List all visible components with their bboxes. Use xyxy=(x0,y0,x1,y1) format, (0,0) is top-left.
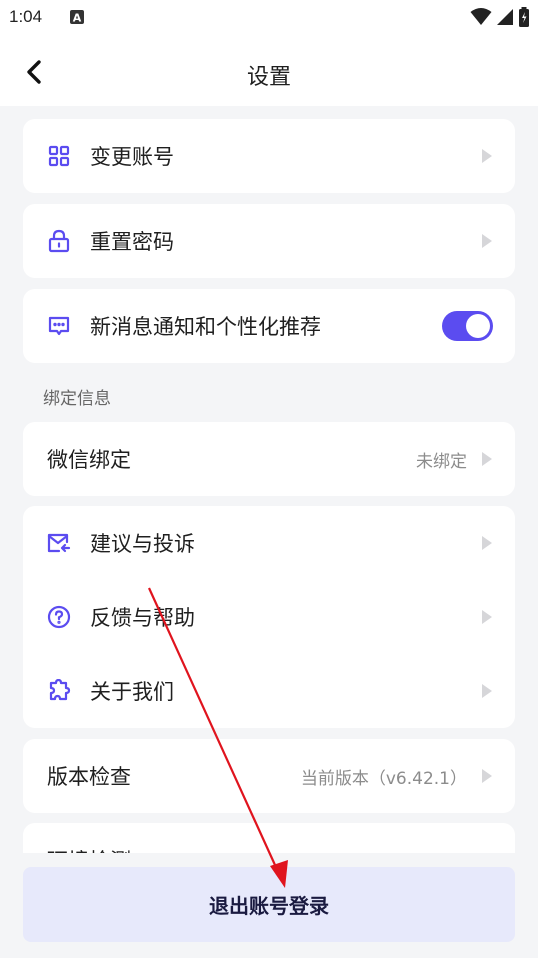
reset-password-label: 重置密码 xyxy=(90,230,174,254)
wechat-binding-row[interactable]: 微信绑定 未绑定 xyxy=(23,422,515,496)
change-account-row[interactable]: 变更账号 xyxy=(23,119,515,193)
signal-icon xyxy=(497,9,513,25)
reset-password-card: 重置密码 xyxy=(23,204,515,278)
grid-icon xyxy=(47,144,71,168)
network-check-label: 环境检测 xyxy=(47,845,481,853)
svg-text:A: A xyxy=(73,12,82,25)
mail-reply-icon xyxy=(47,531,71,555)
chevron-right-icon xyxy=(482,536,492,550)
chevron-right-icon xyxy=(482,234,492,248)
notifications-card: 新消息通知和个性化推荐 xyxy=(23,289,515,363)
binding-section-label: 绑定信息 xyxy=(43,389,111,409)
footer: 退出账号登录 xyxy=(0,853,538,958)
feedback-row[interactable]: 反馈与帮助 xyxy=(23,580,515,654)
network-card: 环境检测 xyxy=(23,823,515,853)
version-card: 版本检查 当前版本（v6.42.1） xyxy=(23,739,515,813)
settings-list[interactable]: 变更账号 重置密码 新消息通知和个性化推荐 绑定信息 微信绑定 未绑定 建议与投… xyxy=(0,106,538,853)
chevron-right-icon xyxy=(482,610,492,624)
page-title: 设置 xyxy=(246,65,291,90)
suggest-label: 建议与投诉 xyxy=(90,532,195,556)
change-account-label: 变更账号 xyxy=(90,145,174,169)
nav-bar: 设置 xyxy=(0,38,538,106)
notifications-toggle[interactable] xyxy=(442,311,493,341)
about-label: 关于我们 xyxy=(90,680,174,704)
version-check-label: 版本检查 xyxy=(47,765,131,789)
network-check-row[interactable]: 环境检测 xyxy=(23,823,515,853)
chevron-right-icon xyxy=(482,769,492,783)
chevron-right-icon xyxy=(482,684,492,698)
suggest-row[interactable]: 建议与投诉 xyxy=(23,506,515,580)
chevron-right-icon xyxy=(482,149,492,163)
notification-a-icon: A xyxy=(70,10,84,25)
notifications-row: 新消息通知和个性化推荐 xyxy=(23,289,515,363)
puzzle-icon xyxy=(47,679,71,703)
battery-icon xyxy=(519,7,529,27)
lock-icon xyxy=(47,229,71,253)
version-check-row[interactable]: 版本检查 当前版本（v6.42.1） xyxy=(23,739,515,813)
status-time: 1:04 xyxy=(9,7,43,26)
change-account-card: 变更账号 xyxy=(23,119,515,193)
wechat-card: 微信绑定 未绑定 xyxy=(23,422,515,496)
current-version-value: 当前版本（v6.42.1） xyxy=(300,768,467,789)
message-icon xyxy=(47,314,71,338)
logout-button[interactable]: 退出账号登录 xyxy=(23,867,515,942)
toggle-knob xyxy=(466,314,490,338)
feedback-label: 反馈与帮助 xyxy=(90,606,195,630)
notifications-label: 新消息通知和个性化推荐 xyxy=(90,315,321,339)
help-circle-icon xyxy=(47,605,71,629)
about-row[interactable]: 关于我们 xyxy=(23,654,515,728)
wechat-binding-label: 微信绑定 xyxy=(47,448,131,472)
support-card: 建议与投诉 反馈与帮助 关于我们 xyxy=(23,506,515,728)
wechat-binding-status: 未绑定 xyxy=(416,451,467,472)
wifi-icon xyxy=(470,8,492,25)
status-bar: 1:04 A xyxy=(0,0,538,38)
reset-password-row[interactable]: 重置密码 xyxy=(23,204,515,278)
status-indicators xyxy=(470,6,530,28)
chevron-right-icon xyxy=(482,452,492,466)
